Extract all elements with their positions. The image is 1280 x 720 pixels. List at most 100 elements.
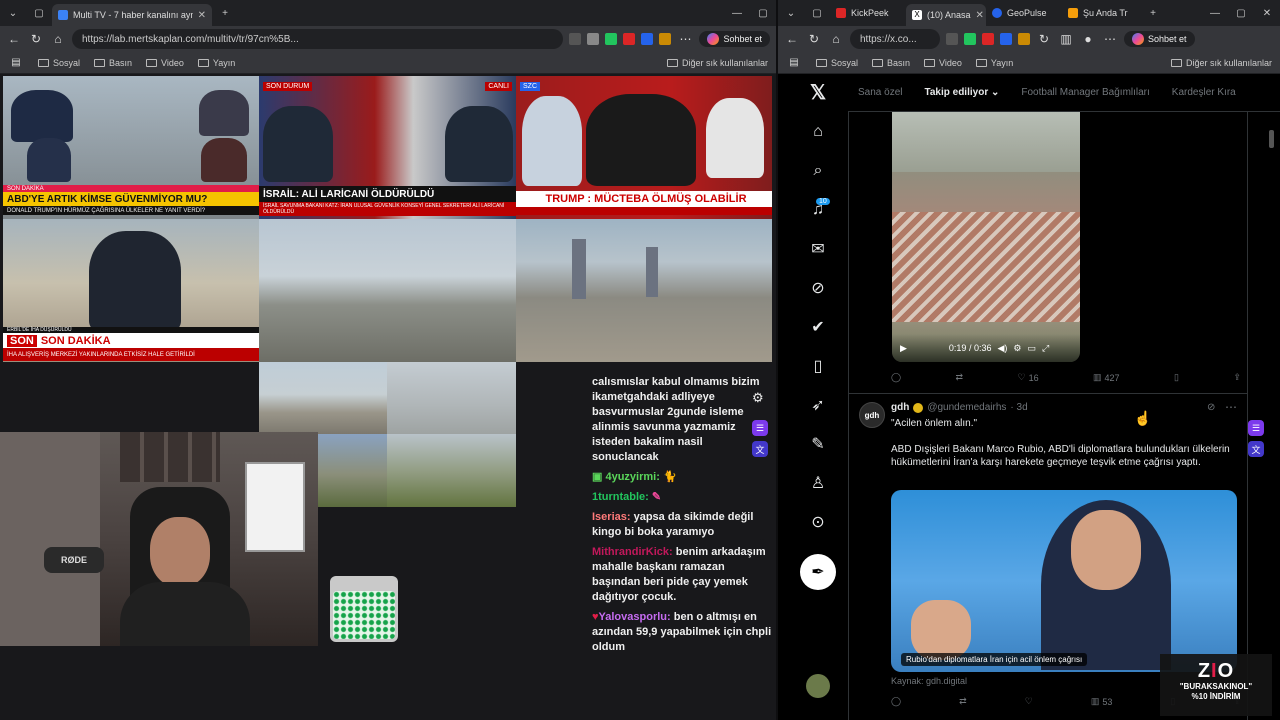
reply-button[interactable]: ◯: [891, 372, 901, 383]
share-button[interactable]: ⇪: [1233, 372, 1241, 383]
back-icon[interactable]: ←: [6, 32, 22, 46]
bookmark-folder-other[interactable]: Diğer sık kullanılanlar: [1170, 58, 1272, 68]
news-tile-2[interactable]: SON DURUM CANLI İSRAİL: ALİ LARİCANİ ÖLD…: [259, 76, 516, 219]
chat-username[interactable]: 1turntable:: [592, 491, 649, 503]
tab-list-kardesler[interactable]: Kardeşler Kıra: [1172, 87, 1236, 98]
like-button[interactable]: ♡ 16: [1018, 372, 1039, 383]
refresh-icon[interactable]: ↻: [28, 32, 44, 46]
extension-icon[interactable]: [587, 33, 600, 45]
extension-icon[interactable]: [982, 33, 994, 45]
tweet-age[interactable]: · 3d: [1010, 402, 1027, 413]
split-screen-icon[interactable]: ▥: [1058, 32, 1074, 46]
more-options-icon[interactable]: ⋯: [1225, 400, 1237, 414]
news-tile-4[interactable]: ERBİL'DE İHA DÜŞÜRÜLDÜ SON SON DAKİKA İHA…: [3, 219, 259, 362]
tab-list-fm[interactable]: Football Manager Bağımlıları: [1021, 87, 1149, 98]
profile-icon[interactable]: ●: [1080, 32, 1096, 46]
tab-su-anda[interactable]: Şu Anda Tr: [1062, 2, 1140, 24]
account-avatar[interactable]: [806, 674, 830, 698]
views-button[interactable]: ▥ 53: [1091, 696, 1113, 707]
maximize-icon[interactable]: ▢: [1228, 8, 1254, 19]
author-name[interactable]: gdh: [891, 402, 909, 413]
live-cam-tile-2[interactable]: [516, 219, 772, 362]
sidebar-toggle-icon[interactable]: ▤: [786, 57, 802, 68]
tab-geopulse[interactable]: GeoPulse: [986, 2, 1062, 24]
bookmark-folder-sosyal[interactable]: Sosyal: [816, 58, 858, 68]
tab-following[interactable]: Takip ediliyor ⌄: [924, 87, 999, 98]
extension-icon[interactable]: [641, 33, 654, 45]
refresh-icon[interactable]: ↻: [806, 32, 822, 46]
reply-button[interactable]: ◯: [891, 696, 901, 707]
copilot-button[interactable]: Sohbet et: [699, 31, 770, 47]
close-window-icon[interactable]: ✕: [1254, 8, 1280, 19]
chat-username[interactable]: Yalovasporlu:: [599, 611, 671, 623]
chat-username[interactable]: 4yuzyirmi:: [605, 471, 659, 483]
copilot-button[interactable]: Sohbet et: [1124, 31, 1195, 47]
premium-icon[interactable]: ✎: [808, 434, 828, 454]
extension-icon[interactable]: [964, 33, 976, 45]
bookmark-folder-video[interactable]: Video: [924, 58, 962, 68]
bookmark-folder-basin[interactable]: Basın: [94, 58, 132, 68]
maximize-icon[interactable]: ▢: [750, 8, 776, 19]
play-icon[interactable]: ▶: [900, 343, 907, 354]
link-card[interactable]: Rubio'dan diplomatlara İran için acil ön…: [891, 490, 1237, 672]
refresh-extension-icon[interactable]: ↻: [1036, 32, 1052, 46]
tab-actions-icon[interactable]: ⌄: [778, 8, 804, 19]
bookmark-folder-sosyal[interactable]: Sosyal: [38, 58, 80, 68]
extension-icon[interactable]: [623, 33, 636, 45]
tab-x[interactable]: X (10) Anasa ✕: [906, 4, 986, 26]
more-icon[interactable]: ⋯: [677, 32, 693, 46]
chat-username[interactable]: MithrandirKick:: [592, 546, 673, 558]
new-tab-button[interactable]: +: [1140, 8, 1166, 19]
workspaces-icon[interactable]: ▢: [26, 8, 52, 19]
live-cam-tile-1[interactable]: [259, 219, 516, 362]
sidebar-toggle-icon[interactable]: ▤: [8, 57, 24, 68]
messages-icon[interactable]: ✉: [808, 239, 828, 259]
pip-icon[interactable]: ▭: [1027, 343, 1036, 354]
more-icon[interactable]: ⋯: [1102, 32, 1118, 46]
new-tab-button[interactable]: +: [212, 8, 238, 19]
chat-username[interactable]: Iserias:: [592, 511, 631, 523]
bookmarks-icon[interactable]: ▯: [808, 356, 828, 376]
communities-icon[interactable]: ✔: [808, 317, 828, 337]
chat-extension-icon[interactable]: ☰: [1248, 420, 1264, 436]
extension-icon[interactable]: [605, 33, 618, 45]
bookmark-folder-yayin[interactable]: Yayın: [197, 58, 235, 68]
home-icon[interactable]: ⌂: [828, 32, 844, 46]
bookmark-folder-yayin[interactable]: Yayın: [975, 58, 1013, 68]
workspaces-icon[interactable]: ▢: [804, 8, 830, 19]
bookmark-button[interactable]: ▯: [1174, 372, 1179, 383]
more-circle-icon[interactable]: ⊙: [808, 512, 828, 532]
bookmark-folder-basin[interactable]: Basın: [872, 58, 910, 68]
grok-icon[interactable]: ⊘: [808, 278, 828, 298]
bookmark-folder-video[interactable]: Video: [146, 58, 184, 68]
minimize-icon[interactable]: —: [1202, 8, 1228, 19]
author-handle[interactable]: @gundemedairhs: [927, 402, 1006, 413]
profile-icon[interactable]: ♙: [808, 473, 828, 493]
translate-extension-icon[interactable]: 文: [1248, 441, 1264, 457]
fullscreen-icon[interactable]: ⤢: [1042, 343, 1049, 354]
jobs-rocket-icon[interactable]: ➶: [808, 395, 828, 415]
url-input[interactable]: https://lab.mertskaplan.com/multitv/tr/9…: [72, 29, 564, 49]
extension-icon[interactable]: [946, 33, 958, 45]
tab-actions-icon[interactable]: ⌄: [0, 8, 26, 19]
home-icon[interactable]: ⌂: [808, 122, 828, 142]
tab-multitv[interactable]: Multi TV - 7 haber kanalını aynı an ✕: [52, 4, 212, 26]
minimize-icon[interactable]: —: [724, 8, 750, 19]
explore-search-icon[interactable]: ⌕: [808, 161, 828, 181]
volume-icon[interactable]: ◀): [997, 343, 1007, 354]
extension-icon[interactable]: [1000, 33, 1012, 45]
news-tile-3[interactable]: SZC TRUMP : MÜCTEBA ÖLMÜŞ OLABİLİR: [516, 76, 772, 219]
like-button[interactable]: ♡: [1025, 696, 1033, 707]
video-settings-icon[interactable]: ⚙: [1013, 343, 1021, 354]
back-icon[interactable]: ←: [784, 32, 800, 46]
scrollbar-thumb[interactable]: [1269, 130, 1274, 148]
home-icon[interactable]: ⌂: [50, 32, 66, 46]
close-tab-icon[interactable]: ✕: [198, 10, 206, 21]
views-button[interactable]: ▥ 427: [1093, 372, 1120, 383]
extension-icon[interactable]: [659, 33, 672, 45]
x-logo-icon[interactable]: 𝕏: [808, 82, 828, 104]
avatar[interactable]: gdh: [859, 402, 885, 428]
tab-kickpeek[interactable]: KickPeek: [830, 2, 906, 24]
extension-icon[interactable]: [1018, 33, 1030, 45]
repost-button[interactable]: ⇄: [959, 696, 967, 707]
